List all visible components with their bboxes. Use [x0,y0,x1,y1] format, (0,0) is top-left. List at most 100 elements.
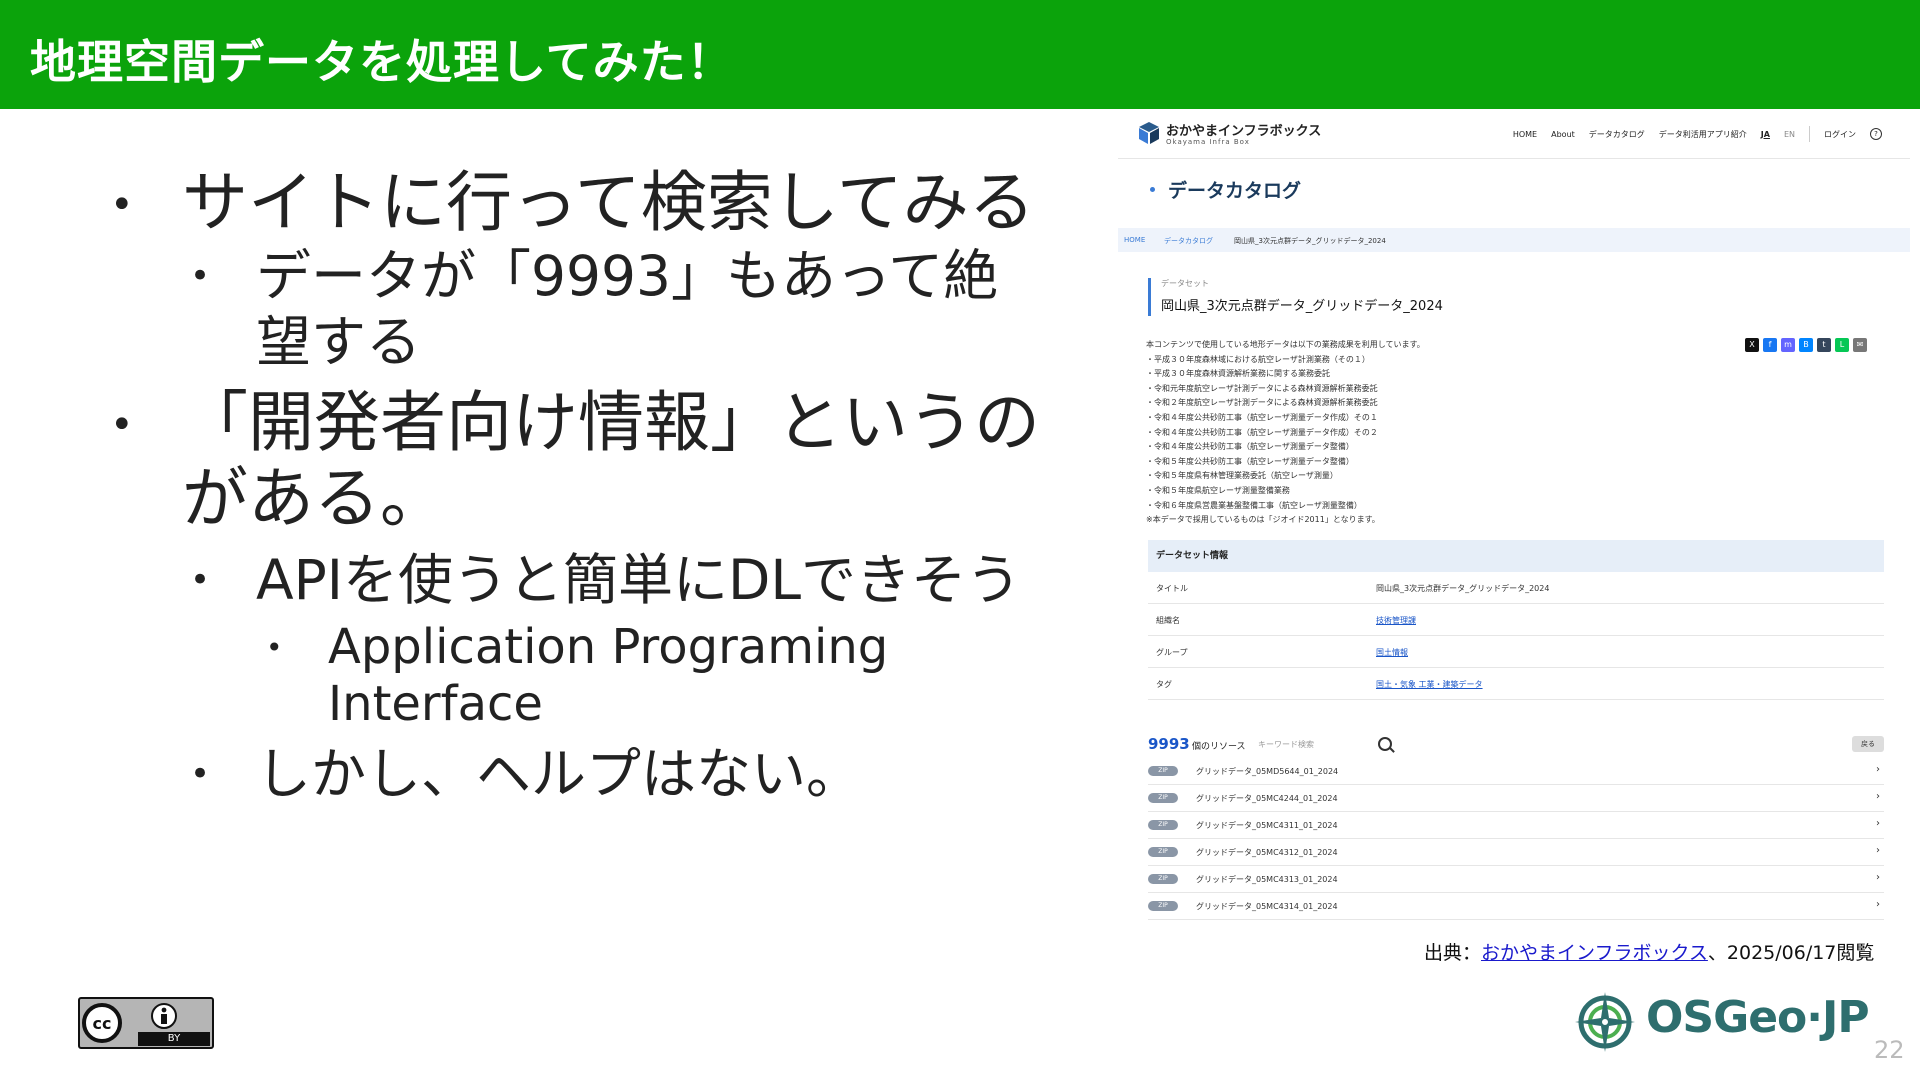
description-line: ・令和２年度航空レーザ計測データによる森林資源解析業務委託 [1146,398,1378,408]
resource-search-input[interactable]: キーワード検索 [1258,739,1314,750]
resource-toolbar: 9993 個のリソース キーワード検索 戻る [1148,730,1884,758]
bluesky-share-icon[interactable]: B [1799,338,1813,352]
description-line: ・令和４年度公共砂防工事（航空レーザ測量データ作成）その１ [1146,412,1378,422]
dataset-title: 岡山県_3次元点群データ_グリッドデータ_2024 [1161,299,1443,314]
chevron-right-icon: › [1876,791,1880,802]
format-badge: ZIP [1148,820,1178,830]
bullet-text: しかし、ヘルプはない。 [256,742,862,806]
group-link[interactable]: 国土情報 [1376,647,1408,658]
resource-item[interactable]: ZIP グリッドデータ_05MC4313_01_2024 › [1148,866,1884,893]
format-badge: ZIP [1148,874,1178,884]
tag-links[interactable]: 国土・気象 工業・建築データ [1376,679,1483,690]
line-share-icon[interactable]: L [1835,338,1849,352]
cc-glyph: cc [93,1014,112,1033]
site-sub: Okayama Infra Box [1166,138,1250,146]
x-share-icon[interactable]: X [1745,338,1759,352]
info-key: タグ [1156,680,1172,689]
resource-name: グリッドデータ_05MD5644_01_2024 [1196,767,1339,776]
catalog-heading: データカタログ [1168,180,1302,202]
chevron-right-icon: › [1876,764,1880,775]
resource-item[interactable]: ZIP グリッドデータ_05MC4312_01_2024 › [1148,839,1884,866]
info-row: 組織名 技術管理課 [1148,604,1884,636]
site-name: おかやまインフラボックス [1166,124,1322,139]
site-menu: HOME About データカタログ データ利活用アプリ紹介 JA EN ログイ… [1513,126,1882,142]
bullet-item: • しかし、ヘルプはない。 [190,742,862,806]
mastodon-share-icon[interactable]: m [1781,338,1795,352]
page-number: 22 [1874,1036,1905,1064]
chevron-right-icon: › [1876,818,1880,829]
description-line: ・令和５年度県有林管理業務委託（航空レーザ測量） [1146,471,1338,481]
resource-name: グリッドデータ_05MC4244_01_2024 [1196,794,1338,803]
source-citation: 出典：おかやまインフラボックス、2025/06/17閲覧 [1424,938,1874,965]
osgeo-jp-logo: OSGeo·JP [1573,990,1870,1054]
info-key: グループ [1156,648,1188,657]
resource-item[interactable]: ZIP グリッドデータ_05MD5644_01_2024 › [1148,758,1884,785]
resource-item[interactable]: ZIP グリッドデータ_05MC4311_01_2024 › [1148,812,1884,839]
nav-apps[interactable]: データ利活用アプリ紹介 [1659,129,1747,140]
resource-list: 9993 個のリソース キーワード検索 戻る ZIP グリッドデータ_05MD5… [1148,730,1884,920]
source-suffix: 、2025/06/17閲覧 [1707,942,1875,964]
nav-catalog[interactable]: データカタログ [1589,129,1645,140]
facebook-share-icon[interactable]: f [1763,338,1777,352]
resource-item[interactable]: ZIP グリッドデータ_05MC4244_01_2024 › [1148,785,1884,812]
bullet-item: • Application Programing Interface [266,619,889,732]
resource-name: グリッドデータ_05MC4313_01_2024 [1196,875,1338,884]
info-row: タグ 国土・気象 工業・建築データ [1148,668,1884,700]
help-icon[interactable]: ? [1870,128,1882,140]
back-button[interactable]: 戻る [1852,736,1884,752]
resource-name: グリッドデータ_05MC4312_01_2024 [1196,848,1338,857]
resource-name: グリッドデータ_05MC4311_01_2024 [1196,821,1338,830]
osgeo-wordmark: OSGeo·JP [1646,992,1870,1043]
nav-divider [1809,126,1810,142]
description-line: ・令和元年度航空レーザ計測データによる森林資源解析業務委託 [1146,383,1378,393]
resource-count: 9993 [1148,735,1190,753]
source-link[interactable]: おかやまインフラボックス [1481,942,1708,964]
format-badge: ZIP [1148,793,1178,803]
dataset-info-table: データセット情報 タイトル 岡山県_3次元点群データ_グリッドデータ_2024 … [1148,540,1884,700]
email-share-icon[interactable]: ✉ [1853,338,1867,352]
description-line: ※本データで採用しているものは「ジオイド2011」となります。 [1146,515,1380,525]
bullet-list: • サイトに行って検索してみる • データが「9993」もあって絶望する • 「開発者… [110,165,1050,807]
source-prefix: 出典： [1424,942,1482,964]
organization-link[interactable]: 技術管理課 [1376,615,1416,626]
heading-dot-icon [1150,187,1155,192]
description-line: 本コンテンツで使用している地形データは以下の業務成果を利用しています。 [1146,340,1425,349]
description-line: ・令和４年度公共砂防工事（航空レーザ測量データ作成）その２ [1146,427,1378,437]
site-screenshot: おかやまインフラボックス Okayama Infra Box HOME Abou… [1118,112,1910,920]
bullet-item: • APIを使うと簡単にDLできそう [190,548,1022,612]
format-badge: ZIP [1148,847,1178,857]
info-row: タイトル 岡山県_3次元点群データ_グリッドデータ_2024 [1148,572,1884,604]
dataset-title-block: データセット 岡山県_3次元点群データ_グリッドデータ_2024 [1148,278,1443,316]
resource-name: グリッドデータ_05MC4314_01_2024 [1196,902,1338,911]
info-row: グループ 国土情報 [1148,636,1884,668]
bullet-item: • 「開発者向け情報」というのがある。 [110,384,1040,537]
info-key: 組織名 [1156,616,1180,625]
nav-home[interactable]: HOME [1513,130,1537,139]
description-line: ・平成３０年度森林域における航空レーザ計測業務（その１） [1146,354,1370,364]
site-navbar: おかやまインフラボックス Okayama Infra Box HOME Abou… [1118,112,1910,159]
bullet-text: データが「9993」もあって絶望する [256,244,999,374]
description-line: ・平成３０年度森林資源解析業務に関する業務委託 [1146,369,1330,379]
breadcrumb-home[interactable]: HOME [1124,236,1145,244]
breadcrumb-catalog[interactable]: データカタログ [1164,236,1213,246]
nav-about[interactable]: About [1551,130,1575,139]
bullet-item: • サイトに行って検索してみる [110,164,1035,241]
lang-en[interactable]: EN [1784,130,1795,139]
chevron-right-icon: › [1876,899,1880,910]
chevron-right-icon: › [1876,872,1880,883]
slide-header: 地理空間データを処理してみた！ [0,0,1920,109]
info-heading: データセット情報 [1148,540,1884,572]
nav-login[interactable]: ログイン [1824,129,1856,140]
description-line: ・令和５年度県航空レーザ測量整備業務 [1146,485,1290,495]
search-icon[interactable] [1378,737,1392,751]
bullet-text: 「開発者向け情報」というのがある。 [182,384,1040,537]
info-key: タイトル [1156,584,1188,593]
lang-ja[interactable]: JA [1761,130,1770,139]
bullet-item: • データが「9993」もあって絶望する [190,244,999,374]
resource-item[interactable]: ZIP グリッドデータ_05MC4314_01_2024 › [1148,893,1884,920]
bullet-text: APIを使うと簡単にDLできそう [256,548,1022,612]
breadcrumb: HOME データカタログ 岡山県_3次元点群データ_グリッドデータ_2024 [1118,228,1910,252]
description-line: ・令和５年度公共砂防工事（航空レーザ測量データ整備） [1146,456,1354,466]
tumblr-share-icon[interactable]: t [1817,338,1831,352]
dataset-label: データセット [1161,279,1209,288]
